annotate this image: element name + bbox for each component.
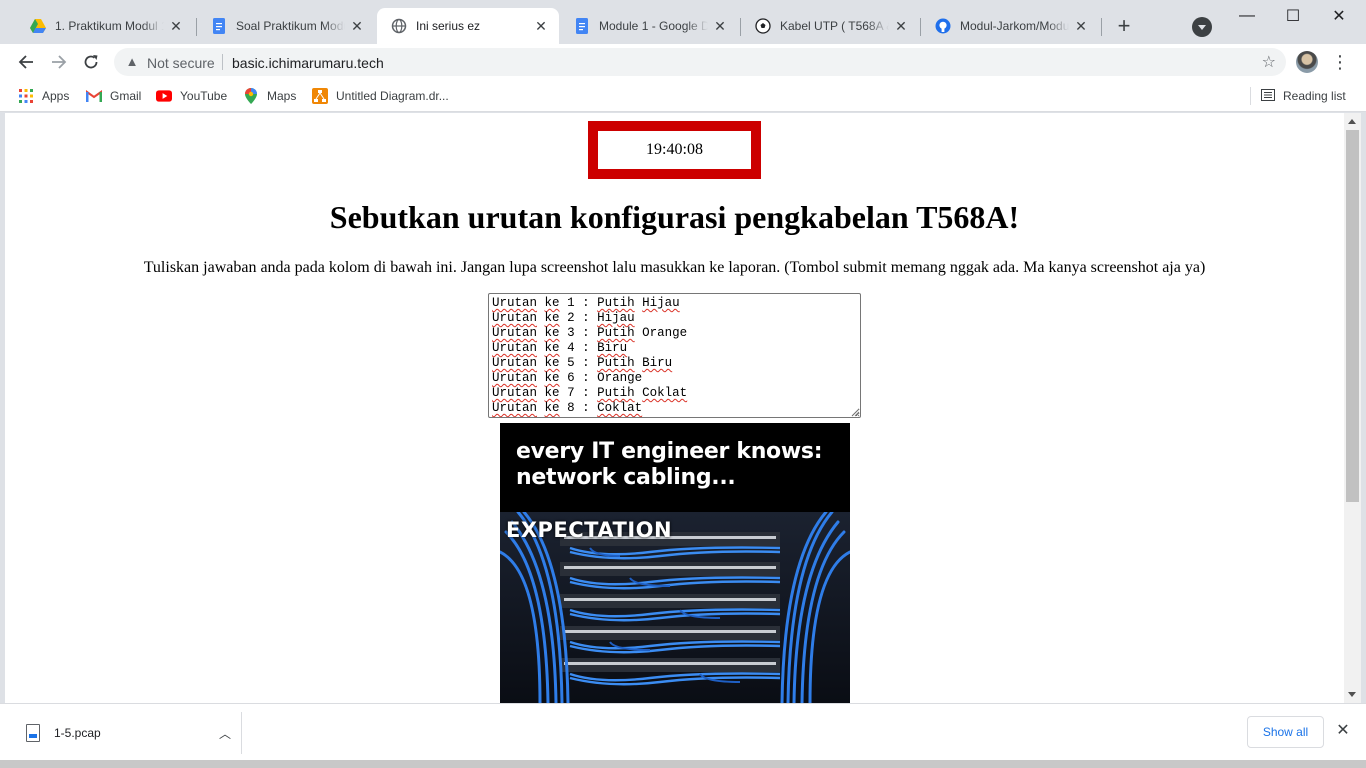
- close-icon[interactable]: ✕: [349, 18, 365, 34]
- url-text[interactable]: basic.ichimarumaru.tech: [232, 55, 384, 71]
- instruction-text: Tuliskan jawaban anda pada kolom di bawa…: [143, 259, 1206, 276]
- tab-soal-docs[interactable]: Soal Praktikum Modul 1 - Google Docs ✕: [197, 8, 375, 44]
- answer-line: Urutan ke 2 : Hijau: [492, 311, 635, 325]
- tab-module-docs[interactable]: Module 1 - Google Docs ✕: [560, 8, 738, 44]
- meme-caption: every IT engineer knows: network cabling…: [500, 423, 850, 512]
- download-filename: 1-5.pcap: [54, 726, 101, 740]
- vertical-scrollbar[interactable]: [1344, 113, 1361, 703]
- bookmark-apps[interactable]: Apps: [18, 86, 69, 106]
- youtube-icon: [156, 88, 172, 104]
- bookmark-untitled-diagram[interactable]: Untitled Diagram.dr...: [312, 86, 449, 106]
- gmail-icon: [86, 88, 102, 104]
- maps-pin-icon: [243, 88, 259, 104]
- bookmark-label: YouTube: [180, 89, 228, 103]
- resize-grip-icon[interactable]: [850, 407, 860, 417]
- bookmark-label: Maps: [267, 89, 297, 103]
- answer-line: Urutan ke 7 : Putih Coklat: [492, 386, 688, 400]
- taskbar-strip: [0, 760, 1366, 768]
- page-viewport: 19:40:08 Sebutkan urutan konfigurasi pen…: [5, 113, 1344, 703]
- tab-github-modul[interactable]: Modul-Jarkom/Modul-1 ✕: [921, 8, 1099, 44]
- bookmark-gmail[interactable]: Gmail: [86, 86, 141, 106]
- tab-title: 1. Praktikum Modul 1 - Google Drive: [55, 19, 164, 33]
- bookmark-maps[interactable]: Maps: [243, 86, 296, 106]
- scroll-thumb[interactable]: [1346, 130, 1359, 502]
- minimize-button[interactable]: —: [1224, 0, 1270, 32]
- bookmark-star-icon[interactable]: ☆: [1262, 52, 1276, 72]
- reload-icon[interactable]: [79, 50, 103, 74]
- google-docs-icon: [574, 18, 590, 34]
- clock-time: 19:40:08: [646, 141, 703, 158]
- show-all-button[interactable]: Show all: [1247, 716, 1324, 748]
- tab-drive[interactable]: 1. Praktikum Modul 1 - Google Drive ✕: [16, 8, 194, 44]
- profile-avatar[interactable]: [1296, 51, 1318, 73]
- cable-rack-photo: EXPECTATION: [500, 512, 850, 703]
- file-icon: [26, 724, 40, 742]
- answer-line: Urutan ke 8 : Coklat: [492, 401, 643, 415]
- kebab-menu-icon[interactable]: ⋮: [1330, 50, 1350, 74]
- drawio-icon: [312, 88, 328, 104]
- reading-list-label: Reading list: [1283, 89, 1346, 103]
- tab-kabel-utp[interactable]: Kabel UTP ( T568A & T568B ) ✕: [741, 8, 919, 44]
- answer-line: Urutan ke 3 : Putih Orange: [492, 326, 688, 340]
- answer-line: Urutan ke 4 : Biru: [492, 341, 628, 355]
- close-icon[interactable]: ✕: [533, 18, 549, 34]
- tab-title: Soal Praktikum Modul 1 - Google Docs: [236, 19, 345, 33]
- download-item[interactable]: 1-5.pcap ︿: [18, 716, 241, 750]
- download-shelf: 1-5.pcap ︿ Show all ✕: [0, 703, 1366, 760]
- chevron-up-icon[interactable]: ︿: [219, 725, 231, 742]
- bookmark-label: Apps: [42, 89, 70, 103]
- tab-active-ini-serius-ez[interactable]: Ini serius ez ✕: [377, 8, 559, 44]
- back-arrow-icon[interactable]: [14, 50, 38, 74]
- meme-image: every IT engineer knows: network cabling…: [500, 423, 850, 703]
- answer-line: Urutan ke 1 : Putih Hijau: [492, 296, 680, 310]
- reading-list-button[interactable]: Reading list: [1250, 86, 1346, 106]
- page-heading: Sebutkan urutan konfigurasi pengkabelan …: [329, 199, 1020, 235]
- browser-toolbar: ▲ Not secure basic.ichimarumaru.tech ☆ ⋮: [0, 44, 1366, 80]
- tab-title: Ini serius ez: [416, 19, 481, 33]
- scroll-up-arrow-icon[interactable]: [1348, 119, 1356, 124]
- google-docs-icon: [211, 18, 227, 34]
- soccer-ball-icon: [755, 18, 771, 34]
- bookmark-label: Untitled Diagram.dr...: [336, 89, 449, 103]
- github-icon: [935, 18, 951, 34]
- apps-grid-icon: [18, 88, 34, 104]
- answer-line: Urutan ke 6 : Orange: [492, 371, 643, 385]
- security-label[interactable]: Not secure: [147, 55, 215, 71]
- clock-display: 19:40:08: [588, 121, 761, 179]
- warning-triangle-icon[interactable]: ▲: [124, 54, 140, 70]
- close-icon[interactable]: ✕: [1073, 18, 1089, 34]
- answer-line: Urutan ke 5 : Putih Biru: [492, 356, 673, 370]
- forward-arrow-icon[interactable]: [47, 50, 71, 74]
- tab-title: Module 1 - Google Docs: [599, 19, 708, 33]
- google-drive-icon: [30, 18, 46, 34]
- bookmark-label: Gmail: [110, 89, 142, 103]
- bookmarks-bar: Apps Gmail YouTube Maps Untitled Diagram…: [0, 80, 1366, 112]
- answer-textarea[interactable]: Urutan ke 1 : Putih Hijau Urutan ke 2 : H…: [488, 293, 861, 418]
- close-icon[interactable]: ✕: [712, 18, 728, 34]
- close-icon[interactable]: ✕: [168, 18, 184, 34]
- tab-search-button[interactable]: [1192, 17, 1212, 37]
- new-tab-button[interactable]: +: [1113, 15, 1135, 37]
- tab-strip: 1. Praktikum Modul 1 - Google Drive ✕ So…: [0, 0, 1366, 44]
- scroll-down-arrow-icon[interactable]: [1348, 692, 1356, 697]
- globe-icon: [391, 18, 407, 34]
- address-bar[interactable]: ▲ Not secure basic.ichimarumaru.tech ☆: [114, 48, 1286, 76]
- tab-title: Kabel UTP ( T568A & T568B ): [780, 19, 889, 33]
- close-icon[interactable]: ✕: [893, 18, 909, 34]
- close-icon[interactable]: ✕: [1334, 722, 1352, 740]
- bookmark-youtube[interactable]: YouTube: [156, 86, 227, 106]
- reading-list-icon: [1261, 88, 1275, 104]
- tab-title: Modul-Jarkom/Modul-1: [960, 19, 1069, 33]
- window-close-button[interactable]: ✕: [1316, 0, 1362, 32]
- maximize-button[interactable]: ☐: [1270, 0, 1316, 32]
- meme-label: EXPECTATION: [506, 518, 673, 542]
